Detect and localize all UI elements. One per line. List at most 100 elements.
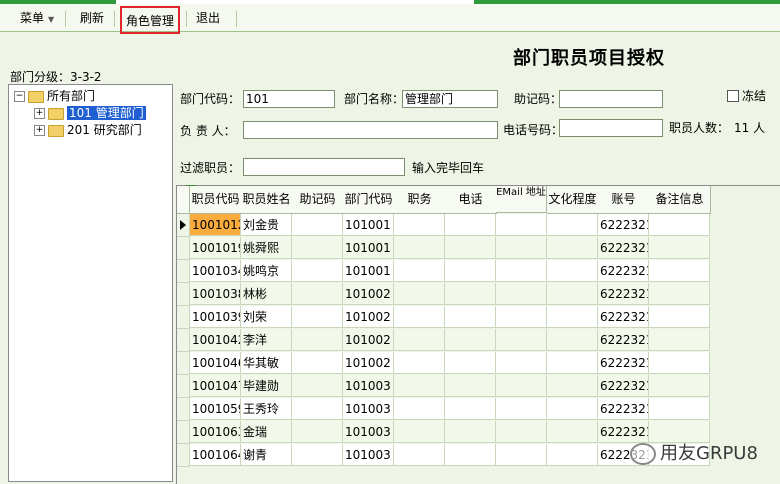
column-header[interactable]: 电话 (445, 186, 497, 214)
table-cell[interactable] (547, 375, 598, 397)
table-cell[interactable]: 10010468 (190, 352, 241, 374)
table-cell[interactable]: 62223210 (598, 306, 649, 328)
table-cell[interactable]: 62223210 (598, 375, 649, 397)
table-cell[interactable] (394, 260, 445, 282)
table-cell[interactable]: 101003 (343, 421, 394, 443)
table-cell[interactable]: 10010645 (190, 444, 241, 466)
table-cell[interactable] (649, 214, 710, 236)
table-cell[interactable]: 62223210 (598, 214, 649, 236)
table-cell[interactable] (649, 306, 710, 328)
table-cell[interactable]: 62223210 (598, 283, 649, 305)
exit-button[interactable]: 退出 (196, 8, 220, 28)
table-cell[interactable]: 李洋 (241, 329, 292, 351)
column-header[interactable]: 助记码 (292, 186, 344, 214)
table-cell[interactable] (649, 237, 710, 259)
column-header[interactable]: 职务 (394, 186, 446, 214)
table-cell[interactable]: 62223210 (598, 329, 649, 351)
table-cell[interactable] (547, 352, 598, 374)
table-cell[interactable] (496, 214, 547, 236)
table-cell[interactable] (547, 329, 598, 351)
table-cell[interactable] (496, 283, 547, 305)
table-cell[interactable] (547, 398, 598, 420)
table-cell[interactable]: 华其敏 (241, 352, 292, 374)
table-cell[interactable] (394, 306, 445, 328)
table-row[interactable]: 10010389林彬 101002 62223210 (177, 283, 710, 306)
table-cell[interactable] (649, 398, 710, 420)
table-row[interactable]: 10010468华其敏 101002 62223210 (177, 352, 710, 375)
table-cell[interactable] (394, 398, 445, 420)
expand-icon[interactable]: + (34, 108, 45, 119)
table-cell[interactable]: 10010128 (190, 214, 241, 236)
table-cell[interactable] (292, 352, 343, 374)
table-cell[interactable] (445, 398, 496, 420)
column-header[interactable]: 职员姓名 (241, 186, 293, 214)
tree-root[interactable]: − 所有部门 (14, 88, 95, 104)
table-cell[interactable]: 101002 (343, 283, 394, 305)
table-cell[interactable] (394, 237, 445, 259)
dept-code-field[interactable]: 101 (243, 90, 335, 108)
table-cell[interactable]: 10010190 (190, 237, 241, 259)
dept-name-field[interactable]: 管理部门 (402, 90, 498, 108)
table-cell[interactable]: 毕建勋 (241, 375, 292, 397)
table-cell[interactable]: 10010345 (190, 260, 241, 282)
expand-icon[interactable]: + (34, 125, 45, 136)
table-cell[interactable] (649, 352, 710, 374)
table-cell[interactable] (445, 444, 496, 466)
table-cell[interactable]: 10010399 (190, 306, 241, 328)
table-cell[interactable]: 林彬 (241, 283, 292, 305)
table-row[interactable]: 10010128刘金贵 101001 62223210 (177, 214, 710, 237)
refresh-button[interactable]: 刷新 (80, 8, 104, 28)
table-cell[interactable]: 10010389 (190, 283, 241, 305)
table-row[interactable]: 10010598王秀玲 101003 62223210 (177, 398, 710, 421)
table-cell[interactable] (292, 306, 343, 328)
table-cell[interactable] (547, 283, 598, 305)
table-cell[interactable]: 101002 (343, 306, 394, 328)
table-cell[interactable]: 62223210 (598, 237, 649, 259)
table-row[interactable]: 10010190姚舜熙 101001 62223210 (177, 237, 710, 260)
table-cell[interactable]: 10010639 (190, 421, 241, 443)
column-header[interactable]: 账号 (598, 186, 650, 214)
table-cell[interactable] (445, 375, 496, 397)
table-cell[interactable] (445, 421, 496, 443)
collapse-icon[interactable]: − (14, 91, 25, 102)
table-cell[interactable]: 王秀玲 (241, 398, 292, 420)
column-header[interactable]: 部门代码 (343, 186, 395, 214)
table-cell[interactable] (445, 306, 496, 328)
freeze-checkbox[interactable] (727, 90, 739, 102)
column-header[interactable]: 文化程度 (547, 186, 599, 214)
table-cell[interactable] (496, 306, 547, 328)
table-cell[interactable]: 姚鸣京 (241, 260, 292, 282)
table-cell[interactable] (496, 398, 547, 420)
table-cell[interactable] (445, 329, 496, 351)
table-cell[interactable]: 101003 (343, 444, 394, 466)
table-cell[interactable] (394, 283, 445, 305)
table-cell[interactable] (292, 214, 343, 236)
table-cell[interactable] (292, 237, 343, 259)
table-row[interactable]: 10010470毕建勋 101003 62223210 (177, 375, 710, 398)
table-cell[interactable] (547, 214, 598, 236)
table-cell[interactable]: 62223210 (598, 398, 649, 420)
table-cell[interactable] (496, 421, 547, 443)
table-cell[interactable]: 101002 (343, 329, 394, 351)
table-cell[interactable] (394, 329, 445, 351)
table-cell[interactable] (547, 444, 598, 466)
table-cell[interactable] (496, 329, 547, 351)
table-cell[interactable] (649, 329, 710, 351)
table-cell[interactable] (547, 306, 598, 328)
role-manage-button[interactable]: 角色管理 (120, 6, 180, 34)
table-cell[interactable] (496, 375, 547, 397)
table-cell[interactable] (445, 260, 496, 282)
tree-item-201[interactable]: +201 研究部门 (34, 122, 142, 138)
table-row[interactable]: 10010345姚鸣京 101001 62223210 (177, 260, 710, 283)
mnemonic-field[interactable] (559, 90, 663, 108)
table-cell[interactable]: 101001 (343, 260, 394, 282)
table-cell[interactable] (394, 352, 445, 374)
table-cell[interactable] (496, 352, 547, 374)
table-cell[interactable] (292, 283, 343, 305)
table-cell[interactable] (292, 329, 343, 351)
table-cell[interactable] (394, 444, 445, 466)
column-header[interactable]: 职员代码 (190, 186, 242, 214)
table-cell[interactable] (445, 283, 496, 305)
table-cell[interactable] (445, 237, 496, 259)
table-cell[interactable] (496, 260, 547, 282)
